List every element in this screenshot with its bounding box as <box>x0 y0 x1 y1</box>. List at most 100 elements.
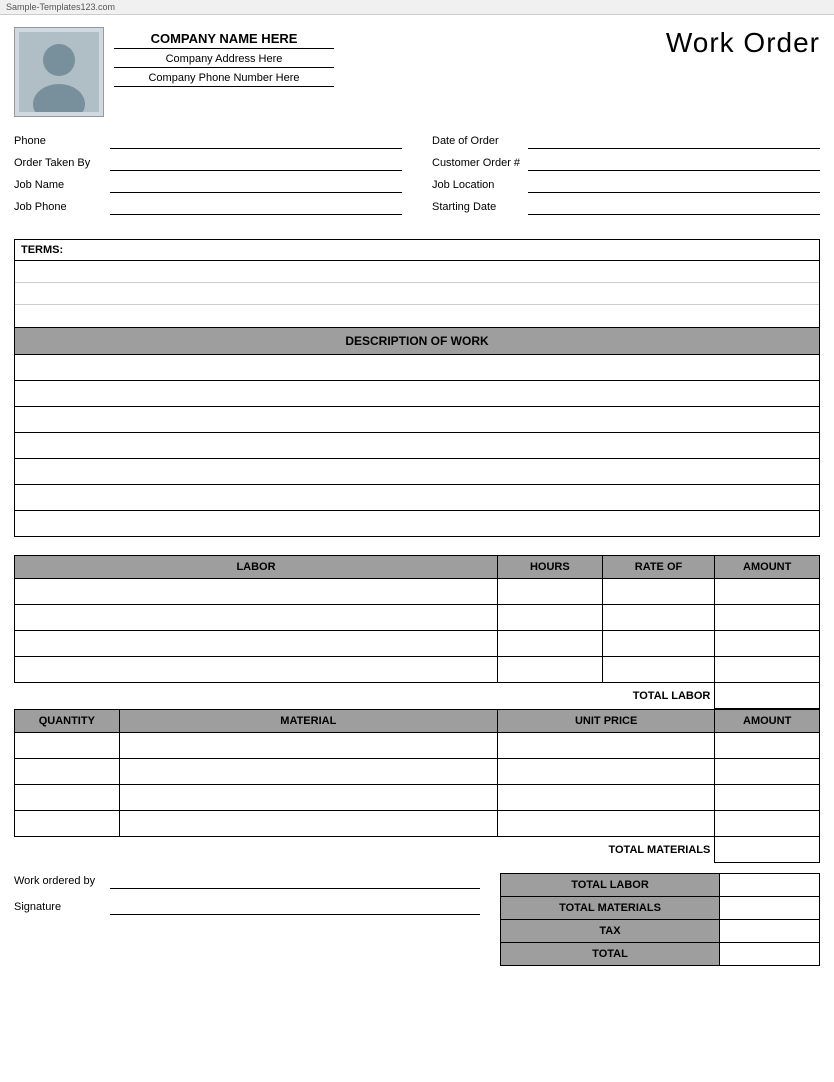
labor-col-hours: HOURS <box>498 556 603 579</box>
summary-tax-value[interactable] <box>720 920 820 943</box>
form-right: Date of Order Customer Order # Job Locat… <box>432 133 820 221</box>
labor-hours-2[interactable] <box>498 605 603 631</box>
mat-desc-4[interactable] <box>119 811 497 837</box>
job-location-label: Job Location <box>432 179 522 191</box>
signature-row: Signature <box>14 899 480 915</box>
form-row-phone: Phone <box>14 133 402 149</box>
desc-row-7 <box>14 511 820 537</box>
mat-col-unit-price: UNIT PRICE <box>497 710 714 733</box>
total-materials-value[interactable] <box>715 837 820 863</box>
form-row-job-name: Job Name <box>14 177 402 193</box>
summary-total-labor-value[interactable] <box>720 874 820 897</box>
desc-row-2 <box>14 381 820 407</box>
mat-qty-1[interactable] <box>15 733 120 759</box>
mat-amount-1[interactable] <box>715 733 820 759</box>
summary-total-label: TOTAL <box>501 943 720 966</box>
labor-row-2 <box>15 605 820 631</box>
phone-input[interactable] <box>110 133 402 149</box>
labor-amount-4[interactable] <box>715 657 820 683</box>
job-location-input[interactable] <box>528 177 820 193</box>
desc-row-4 <box>14 433 820 459</box>
labor-col-labor: LABOR <box>15 556 498 579</box>
order-taken-input[interactable] <box>110 155 402 171</box>
starting-date-input[interactable] <box>528 199 820 215</box>
summary-tax-label: TAX <box>501 920 720 943</box>
summary-total-value[interactable] <box>720 943 820 966</box>
labor-amount-3[interactable] <box>715 631 820 657</box>
summary-total-materials-value[interactable] <box>720 897 820 920</box>
work-ordered-input[interactable] <box>110 873 480 889</box>
job-phone-label: Job Phone <box>14 201 104 213</box>
summary-row-tax: TAX <box>501 920 820 943</box>
starting-date-label: Starting Date <box>432 201 522 213</box>
materials-table: QUANTITY MATERIAL UNIT PRICE AMOUNT <box>14 709 820 863</box>
labor-row-4 <box>15 657 820 683</box>
summary-row-total: TOTAL <box>501 943 820 966</box>
customer-order-input[interactable] <box>528 155 820 171</box>
labor-rate-2[interactable] <box>602 605 715 631</box>
header: COMPANY NAME HERE Company Address Here C… <box>14 27 820 117</box>
summary-section: Work ordered by Signature TOTAL LABOR TO… <box>14 863 820 966</box>
labor-amount-1[interactable] <box>715 579 820 605</box>
labor-rate-4[interactable] <box>602 657 715 683</box>
total-materials-label: TOTAL MATERIALS <box>15 837 715 863</box>
mat-col-amount: AMOUNT <box>715 710 820 733</box>
mat-row-4 <box>15 811 820 837</box>
mat-price-3[interactable] <box>497 785 714 811</box>
labor-amount-2[interactable] <box>715 605 820 631</box>
mat-amount-3[interactable] <box>715 785 820 811</box>
mat-desc-3[interactable] <box>119 785 497 811</box>
header-left: COMPANY NAME HERE Company Address Here C… <box>14 27 334 117</box>
labor-desc-3[interactable] <box>15 631 498 657</box>
labor-rate-1[interactable] <box>602 579 715 605</box>
totals-table: TOTAL LABOR TOTAL MATERIALS TAX TOTAL <box>500 873 820 966</box>
mat-price-4[interactable] <box>497 811 714 837</box>
form-row-date: Date of Order <box>432 133 820 149</box>
signature-label: Signature <box>14 901 104 913</box>
mat-row-3 <box>15 785 820 811</box>
mat-qty-3[interactable] <box>15 785 120 811</box>
mat-qty-4[interactable] <box>15 811 120 837</box>
labor-row-1 <box>15 579 820 605</box>
company-name: COMPANY NAME HERE <box>114 31 334 49</box>
mat-price-1[interactable] <box>497 733 714 759</box>
labor-hours-4[interactable] <box>498 657 603 683</box>
avatar-icon <box>19 32 99 112</box>
labor-hours-3[interactable] <box>498 631 603 657</box>
labor-total-row: TOTAL LABOR <box>15 683 820 709</box>
labor-hours-1[interactable] <box>498 579 603 605</box>
total-labor-label: TOTAL LABOR <box>15 683 715 709</box>
job-phone-input[interactable] <box>110 199 402 215</box>
company-address: Company Address Here <box>114 53 334 68</box>
mat-col-quantity: QUANTITY <box>15 710 120 733</box>
job-name-input[interactable] <box>110 177 402 193</box>
total-labor-value[interactable] <box>715 683 820 709</box>
desc-row-1 <box>14 355 820 381</box>
page-title: Work Order <box>666 27 820 59</box>
desc-row-5 <box>14 459 820 485</box>
date-input[interactable] <box>528 133 820 149</box>
terms-section: TERMS: <box>14 239 820 328</box>
desc-header: DESCRIPTION OF WORK <box>14 328 820 355</box>
mat-amount-2[interactable] <box>715 759 820 785</box>
mat-desc-2[interactable] <box>119 759 497 785</box>
desc-row-6 <box>14 485 820 511</box>
signature-input[interactable] <box>110 899 480 915</box>
mat-qty-2[interactable] <box>15 759 120 785</box>
mat-price-2[interactable] <box>497 759 714 785</box>
labor-desc-1[interactable] <box>15 579 498 605</box>
mat-row-2 <box>15 759 820 785</box>
work-ordered-row: Work ordered by <box>14 873 480 889</box>
labor-desc-2[interactable] <box>15 605 498 631</box>
form-row-starting-date: Starting Date <box>432 199 820 215</box>
mat-amount-4[interactable] <box>715 811 820 837</box>
labor-desc-4[interactable] <box>15 657 498 683</box>
signature-section: Work ordered by Signature <box>14 873 500 925</box>
terms-row-2 <box>15 283 819 305</box>
mat-desc-1[interactable] <box>119 733 497 759</box>
mat-col-material: MATERIAL <box>119 710 497 733</box>
summary-total-labor-label: TOTAL LABOR <box>501 874 720 897</box>
labor-rate-3[interactable] <box>602 631 715 657</box>
company-phone: Company Phone Number Here <box>114 72 334 87</box>
order-taken-label: Order Taken By <box>14 157 104 169</box>
